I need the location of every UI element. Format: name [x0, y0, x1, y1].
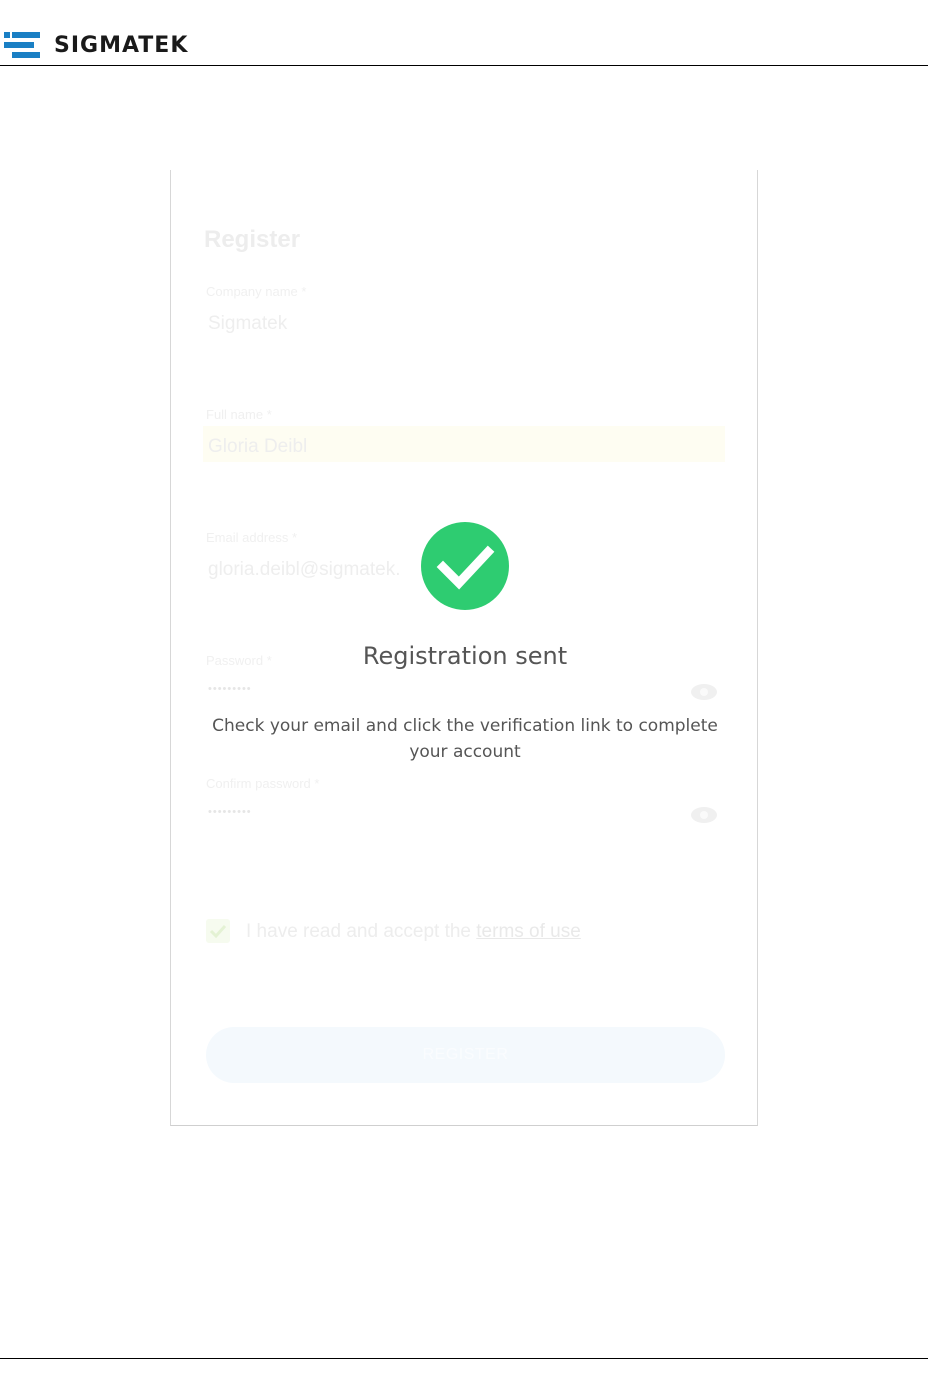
success-message: Check your email and click the verificat… — [212, 716, 718, 762]
register-button[interactable]: REGISTER — [206, 1027, 725, 1083]
header-divider — [0, 65, 928, 66]
full-name-input[interactable]: Gloria Deibl — [208, 436, 307, 458]
terms-of-use-link[interactable]: terms of use — [476, 921, 581, 942]
show-password-eye-icon[interactable] — [690, 683, 718, 701]
full-name-label: Full name * — [206, 407, 272, 422]
terms-checkbox[interactable] — [206, 919, 230, 943]
page-header: SIGMATEK — [0, 0, 950, 66]
terms-label: I have read and accept the terms of use — [246, 921, 581, 943]
password-input[interactable]: ••••••••• — [208, 683, 252, 695]
show-confirm-password-eye-icon[interactable] — [690, 806, 718, 824]
sigmatek-logo-icon — [4, 32, 40, 58]
check-circle-icon — [421, 522, 509, 610]
form-title: Register — [204, 226, 301, 253]
brand-logo: SIGMATEK — [4, 32, 188, 58]
footer-divider — [0, 1358, 928, 1359]
register-card: Register Company name * Sigmatek Full na… — [170, 170, 758, 1126]
company-name-label: Company name * — [206, 284, 307, 299]
confirm-password-label: Confirm password * — [206, 776, 320, 791]
success-title: Registration sent — [362, 642, 568, 670]
email-input[interactable]: gloria.deibl@sigmatek. — [208, 559, 401, 581]
checkmark-icon — [209, 924, 227, 939]
confirm-password-input[interactable]: ••••••••• — [208, 806, 252, 818]
company-name-input[interactable]: Sigmatek — [208, 313, 287, 335]
email-label: Email address * — [206, 530, 298, 545]
terms-text: I have read and accept the — [246, 921, 477, 942]
brand-name: SIGMATEK — [54, 32, 189, 58]
